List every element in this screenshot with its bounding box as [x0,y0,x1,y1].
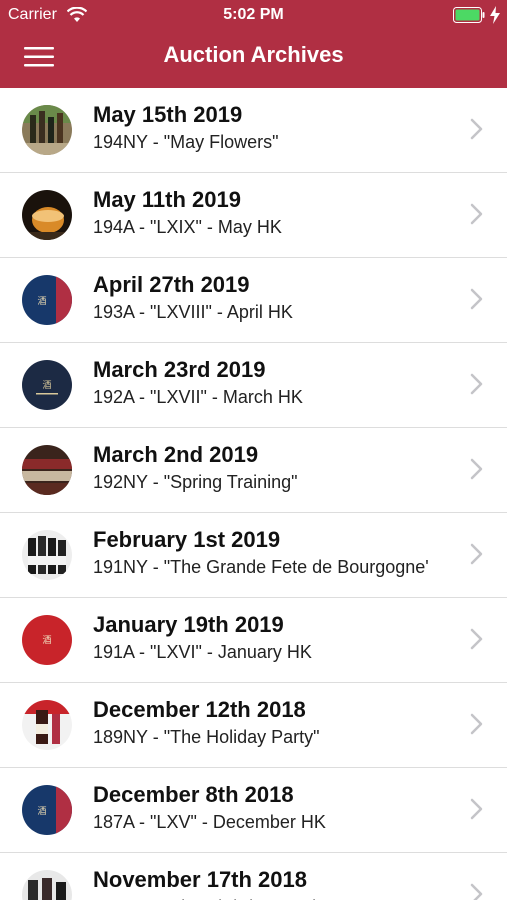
auction-thumbnail: 酒 [22,360,72,410]
auction-thumbnail [22,700,72,750]
auction-date: February 1st 2019 [93,527,281,552]
chevron-right-icon [470,373,483,395]
chevron-right-icon [470,798,483,820]
svg-text:酒: 酒 [42,380,51,391]
chevron-right-icon [470,458,483,480]
auction-thumbnail [22,105,72,155]
charging-bolt-icon [490,6,500,24]
auction-row[interactable]: 酒 December 8th 2018 187A - "LXV" - Decembe… [0,768,507,853]
auction-date: January 19th 2019 [93,612,284,637]
auction-date: May 15th 2019 [93,102,243,127]
status-bar: Carrier 5:02 PM [0,0,507,30]
auction-row[interactable]: March 2nd 2019 192NY - "Spring Training" [0,428,507,513]
auction-date: April 27th 2019 [93,272,250,297]
chevron-right-icon [470,883,483,900]
chevron-right-icon [470,628,483,650]
auction-list[interactable]: May 15th 2019 194NY - "May Flowers" May 11… [0,88,507,900]
auction-subtitle: 187A - "LXV" - December HK [93,812,326,832]
auction-row[interactable]: May 15th 2019 194NY - "May Flowers" [0,88,507,173]
auction-row[interactable]: November 17th 2018188NY - "The Birthday … [0,853,507,900]
auction-thumbnail [22,870,72,900]
auction-subtitle: 194NY - "May Flowers" [93,132,279,152]
chevron-right-icon [470,118,483,140]
auction-thumbnail: 酒 [22,785,72,835]
auction-subtitle: 192NY - "Spring Training" [93,472,298,492]
status-time: 5:02 PM [223,6,284,23]
auction-subtitle: 191NY - "The Grande Fete de Bourgogne' [93,557,429,577]
nav-header: Carrier 5:02 PM Auction Archives [0,0,507,88]
auction-subtitle: 193A - "LXVIII" - April HK [93,302,293,322]
chevron-right-icon [470,713,483,735]
auction-date: March 23rd 2019 [93,357,266,382]
auction-date: December 12th 2018 [93,697,306,722]
auction-row[interactable]: 酒 January 19th 2019 191A - "LXVI" - Januar… [0,598,507,683]
auction-thumbnail: 酒 [22,275,72,325]
page-title: Auction Archives [163,42,344,67]
auction-row[interactable]: May 11th 2019 194A - "LXIX" - May HK [0,173,507,258]
auction-row[interactable]: December 12th 2018 189NY - "The Holiday P… [0,683,507,768]
svg-text:酒: 酒 [42,635,51,646]
chevron-right-icon [470,543,483,565]
auction-row[interactable]: February 1st 2019 191NY - "The Grande Fet… [0,513,507,598]
chevron-right-icon [470,288,483,310]
auction-date: May 11th 2019 [93,187,241,212]
chevron-right-icon [470,203,483,225]
auction-row[interactable]: 酒 March 23rd 2019 192A - "LXVII" - March H… [0,343,507,428]
auction-date: December 8th 2018 [93,782,294,807]
svg-text:酒: 酒 [37,806,46,817]
auction-subtitle: 192A - "LXVII" - March HK [93,387,303,407]
auction-row[interactable]: 酒 April 27th 2019 193A - "LXVIII" - April … [0,258,507,343]
auction-subtitle: 191A - "LXVI" - January HK [93,642,312,662]
auction-thumbnail [22,530,72,580]
auction-subtitle: 189NY - "The Holiday Party" [93,727,320,747]
battery-icon [453,7,485,23]
auction-thumbnail: 酒 [22,615,72,665]
auction-thumbnail [22,445,72,495]
auction-thumbnail [22,190,72,240]
auction-date: November 17th 2018 [93,867,307,892]
auction-subtitle: 194A - "LXIX" - May HK [93,217,282,237]
auction-date: March 2nd 2019 [93,442,259,467]
svg-text:酒: 酒 [37,296,46,307]
